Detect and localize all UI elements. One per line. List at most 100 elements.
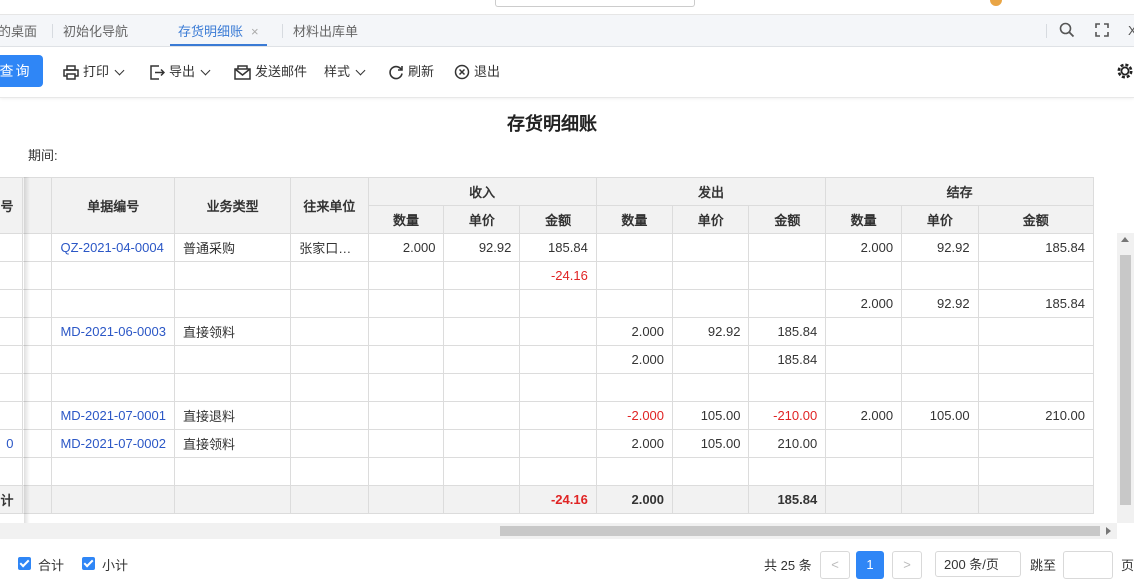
subtotal-checkbox[interactable] <box>82 557 95 570</box>
header-partner[interactable]: 往来单位 <box>290 177 369 234</box>
horizontal-scrollbar[interactable] <box>0 523 1117 539</box>
receipt-price-cell <box>443 457 521 486</box>
jump-page-input[interactable] <box>1063 551 1113 579</box>
table-row[interactable]: 2.000 185.84 <box>0 345 1095 374</box>
tab-label: 的桌面 <box>0 24 38 39</box>
send-mail-button[interactable]: 发送邮件 <box>234 47 307 97</box>
export-button[interactable]: 导出 <box>149 47 211 97</box>
gear-icon[interactable] <box>1115 61 1134 84</box>
scroll-right-icon[interactable] <box>1106 527 1111 535</box>
total-balance-amount <box>977 485 1095 514</box>
tab-desktop[interactable]: 的桌面 <box>0 15 37 46</box>
doc-no-cell[interactable] <box>51 345 175 374</box>
close-all-icon[interactable]: X <box>1128 15 1134 46</box>
table-row[interactable]: MD-2021-06-0003 直接领料 2.000 92.92 185.84 <box>0 317 1095 346</box>
doc-no-cell[interactable]: MD-2021-07-0002 <box>51 429 175 458</box>
tab-close-icon[interactable]: × <box>251 24 259 39</box>
header-issue: 发出 <box>595 177 827 206</box>
total-receipt-price <box>443 485 521 514</box>
frozen-column-shadow <box>24 177 30 523</box>
total-label-cell: 计 <box>0 485 23 514</box>
user-avatar-icon[interactable] <box>990 0 1002 6</box>
header-balance-price[interactable]: 单价 <box>901 205 979 234</box>
total-balance-price <box>901 485 979 514</box>
biz-type-cell <box>173 289 292 318</box>
report-title: 存货明细账 <box>507 114 597 134</box>
vertical-scrollbar[interactable] <box>1117 233 1134 523</box>
header-balance-amount[interactable]: 金额 <box>977 205 1095 234</box>
blank-cell <box>290 485 369 514</box>
header-receipt-amount[interactable]: 金额 <box>519 205 597 234</box>
header-receipt-qty[interactable]: 数量 <box>367 205 445 234</box>
doc-no-cell[interactable] <box>51 457 175 486</box>
header-balance: 结存 <box>825 177 1094 206</box>
total-row: 计 -24.16 2.000 185.84 <box>0 485 1095 514</box>
balance-price-cell <box>901 373 979 402</box>
page-1-button[interactable]: 1 <box>856 551 884 579</box>
tab-inventory-ledger[interactable]: 存货明细账 × <box>170 15 267 46</box>
header-issue-amount[interactable]: 金额 <box>748 205 827 234</box>
doc-no-cell[interactable]: MD-2021-06-0003 <box>51 317 175 346</box>
doc-no-cell[interactable] <box>51 373 175 402</box>
doc-no-cell[interactable] <box>51 289 175 318</box>
receipt-price-cell <box>443 289 521 318</box>
printer-icon <box>63 64 79 80</box>
tab-divider <box>52 24 53 38</box>
total-checkbox[interactable] <box>18 557 31 570</box>
chevron-down-icon <box>200 65 211 75</box>
fullscreen-icon[interactable] <box>1095 23 1109 40</box>
horizontal-scroll-thumb[interactable] <box>500 526 1100 536</box>
refresh-label: 刷新 <box>408 64 435 79</box>
next-page-button[interactable]: > <box>892 551 922 579</box>
tab-divider <box>282 24 283 38</box>
doc-no-cell[interactable]: QZ-2021-04-0004 <box>51 233 175 262</box>
partner-cell <box>290 457 369 486</box>
issue-qty-cell: 2.000 <box>595 345 674 374</box>
page-size-select[interactable]: 200 条/页 <box>935 551 1021 577</box>
header-doc-no[interactable]: 单据编号 <box>51 177 175 234</box>
doc-no-cell[interactable] <box>51 261 175 290</box>
tab-material-issue[interactable]: 材料出库单 <box>293 15 358 46</box>
doc-no-cell[interactable]: MD-2021-07-0001 <box>51 401 175 430</box>
issue-qty-cell: -2.000 <box>595 401 674 430</box>
search-icon[interactable] <box>1059 22 1075 41</box>
table-row[interactable]: -24.16 <box>0 261 1095 290</box>
exit-button[interactable]: 退出 <box>454 47 500 97</box>
row-no-cell <box>0 457 23 486</box>
header-issue-qty[interactable]: 数量 <box>595 205 674 234</box>
table-row[interactable] <box>0 457 1095 486</box>
balance-amount-cell <box>977 345 1095 374</box>
prev-page-button[interactable]: < <box>820 551 850 579</box>
receipt-amount-cell <box>519 345 597 374</box>
tab-init-guide[interactable]: 初始化导航 <box>63 15 128 46</box>
ledger-table: 号 单据编号 业务类型 往来单位 收入 发出 结存 数量 单价 金额 数量 单价… <box>0 177 1095 514</box>
header-row-no: 号 <box>0 177 23 234</box>
table-row[interactable] <box>0 373 1095 402</box>
header-balance-qty[interactable]: 数量 <box>825 205 903 234</box>
refresh-button[interactable]: 刷新 <box>388 47 434 97</box>
global-search-input[interactable] <box>495 0 695 7</box>
toolbar: 查询 打印 导出 发送邮件 样式 刷新 退出 <box>0 47 1134 98</box>
issue-qty-cell <box>595 289 674 318</box>
partner-cell <box>290 289 369 318</box>
receipt-price-cell <box>443 261 521 290</box>
scroll-up-icon[interactable] <box>1121 237 1129 242</box>
page-size-value: 200 条/页 <box>944 557 999 572</box>
print-button[interactable]: 打印 <box>63 47 125 97</box>
header-biz-type[interactable]: 业务类型 <box>173 177 292 234</box>
balance-qty-cell: 2.000 <box>825 233 903 262</box>
refresh-icon <box>388 64 404 80</box>
issue-price-cell <box>672 345 750 374</box>
chevron-down-icon <box>355 65 366 75</box>
vertical-scroll-thumb[interactable] <box>1120 255 1131 505</box>
table-row[interactable]: 2.000 92.92 185.84 <box>0 289 1095 318</box>
header-receipt-price[interactable]: 单价 <box>443 205 521 234</box>
table-row[interactable]: QZ-2021-04-0004 普通采购 张家口… 2.000 92.92 185.84 2… <box>0 233 1095 262</box>
table-row[interactable]: MD-2021-07-0001 直接退料 -2.000 105.00 -210.00 2.… <box>0 401 1095 430</box>
style-dropdown[interactable]: 样式 <box>324 47 366 97</box>
header-issue-price[interactable]: 单价 <box>672 205 750 234</box>
table-row[interactable]: 0 MD-2021-07-0002 直接领料 2.000 105.00 210.00 <box>0 429 1095 458</box>
partner-cell <box>290 429 369 458</box>
receipt-amount-cell: 185.84 <box>519 233 597 262</box>
query-button[interactable]: 查询 <box>0 55 43 87</box>
